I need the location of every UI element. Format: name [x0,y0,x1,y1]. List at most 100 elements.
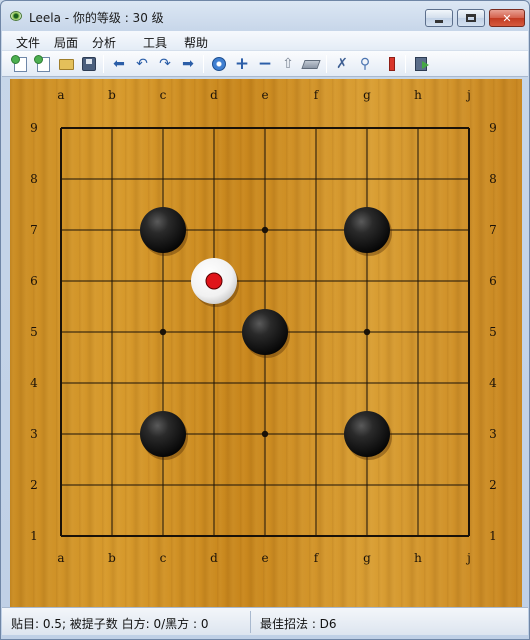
black-stone[interactable] [140,207,188,256]
forward-icon: ➡ [182,56,194,72]
menu-tools[interactable]: 工具 [143,34,167,51]
row-label: 6 [489,274,497,288]
column-label: e [261,88,268,102]
column-label: g [363,88,371,102]
row-label: 2 [489,478,497,492]
column-label: f [314,551,320,565]
toolbar: ⬅ ↶ ↷ ➡ + − ⇧ ✗ ⚲ [2,51,528,77]
leela-app-icon [10,11,22,21]
go-board-svg[interactable]: a a b b c c d d e e f f g g h h j j 9 9 8 8 7 7 6 6 5 5 4 4 3 3 2 2 1 1 [10,79,522,607]
window-title: Leela - 你的等级 : 30 级 [29,11,164,25]
column-label: b [108,551,116,565]
black-stone-body [344,411,390,457]
black-stone[interactable] [242,309,290,358]
undo-button[interactable]: ↶ [133,55,151,73]
black-stone[interactable] [140,411,188,460]
row-label: 3 [489,427,497,441]
row-label: 2 [30,478,38,492]
cross-button[interactable]: ✗ [333,55,351,73]
remove-button[interactable]: − [256,55,274,73]
column-label: c [160,551,167,565]
status-bar: 贴目: 0.5; 被提子数 白方: 0/黑方 : 0 最佳招法 : D6 [2,607,528,635]
star-point [261,226,269,234]
minimize-button[interactable] [425,9,453,27]
close-button[interactable]: ✕ [489,9,525,27]
row-label: 7 [489,223,497,237]
row-label: 6 [30,274,38,288]
row-label: 9 [30,121,38,135]
row-label: 5 [30,325,38,339]
menu-position[interactable]: 局面 [54,34,78,51]
save-button[interactable] [80,55,98,73]
open-button[interactable] [57,55,75,73]
toolbar-separator [103,55,104,73]
forward-button[interactable]: ➡ [179,55,197,73]
black-stone-body [242,309,288,355]
column-label: a [57,551,64,565]
black-stone[interactable] [344,207,392,256]
star-point [363,328,371,336]
back-button[interactable]: ⬅ [110,55,128,73]
black-stone-body [140,411,186,457]
maximize-button[interactable] [457,9,485,27]
black-stone[interactable] [344,411,392,460]
row-label: 7 [30,223,38,237]
star-point [159,328,167,336]
column-label: b [108,88,116,102]
maximize-icon [466,14,476,22]
app-window: Leela - 你的等级 : 30 级 ✕ 文件 局面 分析 工具 帮助 ⬅ ↶… [0,0,530,640]
new-game-icon [10,54,27,72]
back-icon: ⬅ [113,56,125,72]
undo-icon: ↶ [136,56,148,72]
cross-icon: ✗ [336,56,348,72]
add-button[interactable]: + [233,55,251,73]
zoom-button[interactable]: ⚲ [356,55,374,73]
column-label: j [465,551,471,565]
menu-help[interactable]: 帮助 [184,34,208,51]
column-label: c [160,88,167,102]
column-label: h [414,88,422,102]
close-icon: ✕ [502,11,512,25]
title-bar[interactable]: Leela - 你的等级 : 30 级 ✕ [1,1,529,31]
bookmark-button[interactable] [383,55,401,73]
redo-button[interactable]: ↷ [156,55,174,73]
black-stone-body [140,207,186,253]
row-label: 4 [489,376,497,390]
toolbar-separator [405,55,406,73]
new-setup-button[interactable] [33,54,52,73]
settings-button[interactable] [210,55,228,73]
go-board[interactable]: a a b b c c d d e e f f g g h h j j 9 9 8 8 7 7 6 6 5 5 4 4 3 3 2 2 1 1 [10,79,522,607]
eraser-button[interactable] [301,55,321,73]
menu-analysis[interactable]: 分析 [92,34,116,51]
new-game-button[interactable] [10,54,29,73]
row-label: 1 [30,529,38,543]
toolbar-separator [203,55,204,73]
first-move-icon: ⇧ [282,56,294,72]
status-divider [250,611,251,633]
eraser-icon [301,59,321,69]
minimize-icon [435,19,443,23]
star-point [261,430,269,438]
column-label: d [210,88,218,102]
redo-icon: ↷ [159,56,171,72]
add-icon: + [234,54,250,74]
open-icon [58,58,74,70]
menu-bar: 文件 局面 分析 工具 帮助 [2,31,528,51]
first-move-button[interactable]: ⇧ [279,55,297,73]
white-stone[interactable] [191,258,239,307]
column-label: h [414,551,422,565]
column-label: f [314,88,320,102]
exit-button[interactable] [412,55,430,73]
row-label: 4 [30,376,38,390]
last-move-marker [205,272,223,290]
new-setup-icon [33,54,50,72]
column-label: d [210,551,218,565]
settings-icon [212,57,226,71]
column-label: g [363,551,371,565]
status-komi-captures: 贴目: 0.5; 被提子数 白方: 0/黑方 : 0 [11,617,209,631]
toolbar-separator [326,55,327,73]
row-label: 5 [489,325,497,339]
black-stone-body [344,207,390,253]
bookmark-icon [389,57,395,71]
menu-file[interactable]: 文件 [16,34,40,51]
